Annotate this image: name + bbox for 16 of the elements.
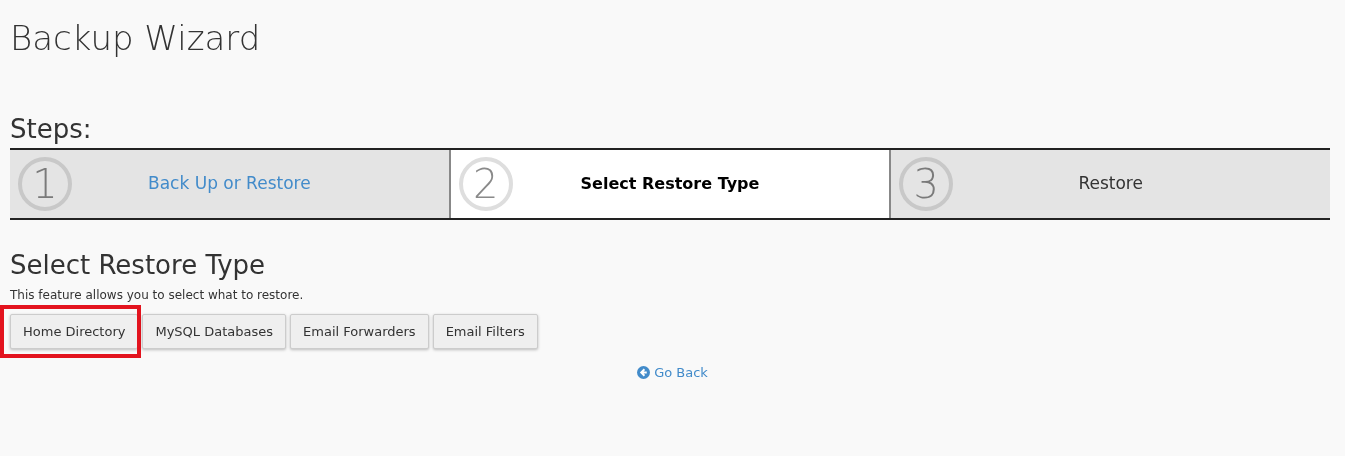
description: This feature allows you to select what to restore.: [10, 287, 304, 304]
steps-heading: Steps:: [10, 113, 92, 146]
restore-type-button[interactable]: Email Forwarders: [290, 314, 429, 349]
back-arrow-icon: [637, 366, 651, 380]
restore-type-button[interactable]: Home Directory: [10, 314, 139, 349]
step-number: 2: [458, 157, 513, 211]
step-label: Back Up or Restore: [148, 172, 311, 196]
page-title: Backup Wizard: [10, 17, 261, 60]
restore-type-button[interactable]: Email Filters: [432, 314, 538, 349]
step-number: 3: [899, 157, 954, 211]
step-number: 1: [18, 157, 72, 211]
step-label: Select Restore Type: [580, 173, 760, 195]
restore-type-button[interactable]: MySQL Databases: [142, 314, 287, 349]
step-label: Restore: [1078, 172, 1143, 196]
go-back-link[interactable]: Go Back: [637, 363, 708, 383]
section-heading: Select Restore Type: [10, 249, 266, 282]
